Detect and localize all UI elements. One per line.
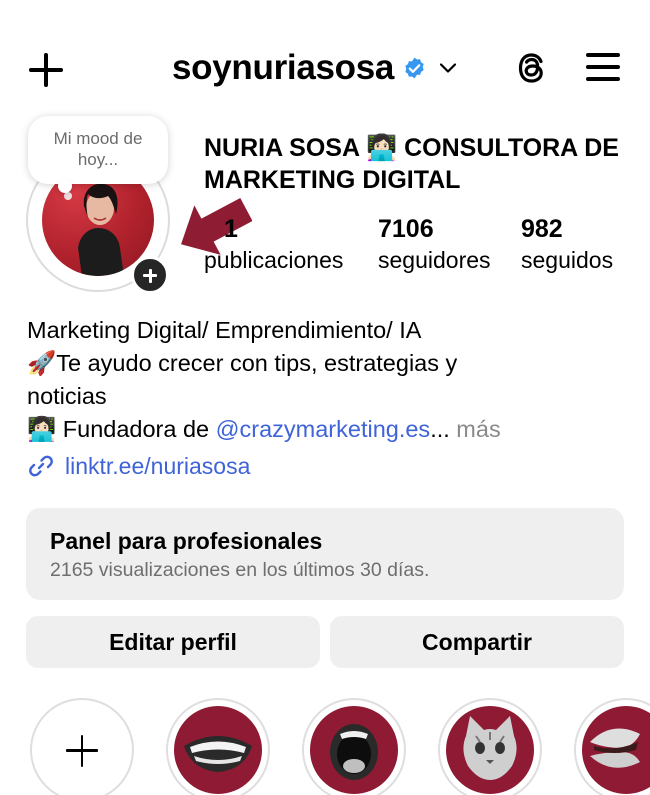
verified-badge-icon [405,57,424,78]
posts-count: 1 [224,215,238,243]
cat-icon [463,716,517,780]
professional-dashboard[interactable]: Panel para profesionales 2165 visualizac… [26,508,624,600]
highlight-cover [174,706,262,794]
highlight-cover [310,706,398,794]
add-story-plus-icon[interactable] [131,256,169,294]
new-highlight-button[interactable] [30,698,134,795]
smiling-mouth-icon [184,736,252,772]
highlight-lips[interactable] [574,698,650,795]
stat-following[interactable]: 982 seguidos [521,214,613,276]
mention-link[interactable]: @crazymarketing.es [216,416,431,442]
threads-icon[interactable] [512,48,552,88]
bio-line: 👩🏻‍💻 Fundadora de @crazymarketing.es... … [27,413,627,446]
more-link[interactable]: más [450,416,500,442]
highlight-mouth[interactable] [166,698,270,795]
link-icon [29,455,53,477]
bio-line: 🚀Te ayudo crecer con tips, estrategias y [27,350,458,376]
bio-link[interactable]: linktr.ee/nuriasosa [27,452,250,480]
username: soynuriasosa [172,48,395,87]
followers-label: seguidores [378,247,491,273]
create-plus-icon[interactable] [26,50,66,90]
highlight-shout[interactable] [302,698,406,795]
following-label: seguidos [521,247,614,273]
bio: Marketing Digital/ Emprendimiento/ IA 🚀T… [27,314,627,446]
panel-subtitle: 2165 visualizaciones en los últimos 30 d… [50,559,430,581]
account-switcher[interactable]: soynuriasosa [172,46,457,90]
bio-founder-text: 👩🏻‍💻 Fundadora de [27,416,216,442]
highlight-cover [446,706,534,794]
posts-label: publicaciones [204,247,344,273]
chevron-down-icon [439,63,457,73]
shouting-mouth-icon [330,724,378,780]
followers-count: 7106 [378,215,434,243]
stat-followers[interactable]: 7106 seguidores [378,214,491,276]
stat-posts: 1 publicaciones [204,214,343,276]
bio-ellipsis: ... [430,416,450,442]
edit-profile-button[interactable]: Editar perfil [26,616,320,668]
bio-link-text: linktr.ee/nuriasosa [65,452,251,479]
following-count: 982 [521,215,563,243]
highlight-cover [582,706,650,794]
highlight-cat[interactable] [438,698,542,795]
hamburger-menu-icon[interactable] [584,50,622,84]
note-bubble[interactable]: Mi mood de hoy... [28,116,168,193]
panel-title: Panel para profesionales [50,528,323,554]
full-name: NURIA SOSA 👩🏻‍💻 CONSULTORA DE MARKETING … [204,134,619,194]
note-text: Mi mood de hoy... [53,129,143,169]
lips-icon [590,728,640,768]
bio-line: noticias [27,383,107,409]
bio-line: Marketing Digital/ Emprendimiento/ IA [27,317,422,343]
share-profile-button[interactable]: Compartir [330,616,624,668]
